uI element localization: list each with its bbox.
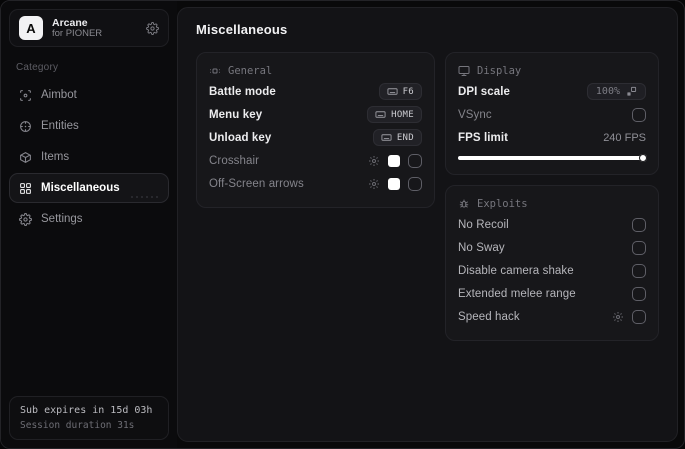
vsync-label: VSync <box>458 108 492 121</box>
setting-row-crosshair: Crosshair <box>209 149 422 172</box>
sidebar-item-settings[interactable]: Settings <box>9 204 169 234</box>
crosshair-checkbox[interactable] <box>408 153 422 168</box>
setting-row-unload-key: Unload key END <box>209 126 422 149</box>
sidebar-nav: Aimbot Entities Items Miscellaneous Sett… <box>9 80 169 234</box>
battle-mode-label: Battle mode <box>209 85 276 98</box>
offscreen-arrows-settings-gear-icon[interactable] <box>368 178 380 190</box>
main-panel: Miscellaneous General Battle mode F6 Men… <box>177 7 678 442</box>
dpi-scale-select[interactable]: 100% <box>586 83 646 100</box>
sidebar-item-label: Aimbot <box>41 89 77 101</box>
disable-camera-shake-label: Disable camera shake <box>458 264 574 277</box>
speed-hack-label: Speed hack <box>458 310 520 323</box>
battle-mode-keybind[interactable]: F6 <box>378 83 422 100</box>
speed-hack-checkbox[interactable] <box>632 309 646 324</box>
no-recoil-label: No Recoil <box>458 218 509 231</box>
setting-row-menu-key: Menu key HOME <box>209 103 422 126</box>
crosshair-color-swatch[interactable] <box>388 154 400 167</box>
brand-gear-icon[interactable] <box>146 21 159 35</box>
menu-key-label: Menu key <box>209 108 263 121</box>
crosshair-scan-icon <box>19 89 32 102</box>
setting-row-fps-limit: FPS limit 240 FPS <box>458 126 646 149</box>
app-window: A Arcane for PIONER Category Aimbot Enti… <box>0 0 685 449</box>
sidebar-item-aimbot[interactable]: Aimbot <box>9 80 169 110</box>
crosshair-settings-gear-icon[interactable] <box>368 155 380 167</box>
unload-key-label: Unload key <box>209 131 272 144</box>
general-card: General Battle mode F6 Menu key HOME Unl… <box>196 52 435 208</box>
sidebar-item-items[interactable]: Items <box>9 142 169 172</box>
disable-camera-shake-checkbox[interactable] <box>632 263 646 278</box>
setting-row-offscreen-arrows: Off-Screen arrows <box>209 172 422 195</box>
menu-key-keybind[interactable]: HOME <box>367 106 422 123</box>
sidebar-item-label: Items <box>41 151 70 163</box>
grid-icon <box>19 182 32 195</box>
session-duration-text: Session duration 31s <box>20 420 135 431</box>
extended-melee-range-label: Extended melee range <box>458 287 576 300</box>
fps-limit-value: 240 FPS <box>603 131 646 144</box>
brand-card: A Arcane for PIONER <box>9 9 169 47</box>
keyboard-icon <box>375 109 386 120</box>
sub-expiry-text: Sub expires in 15d 03h <box>20 405 153 416</box>
scale-icon <box>626 86 637 97</box>
keycap-icon <box>209 65 221 77</box>
app-subtitle: for PIONER <box>52 27 103 39</box>
app-logo: A <box>19 16 43 40</box>
setting-row-extended-melee-range: Extended melee range <box>458 282 646 305</box>
setting-row-speed-hack: Speed hack <box>458 305 646 328</box>
setting-row-vsync: VSync <box>458 103 646 126</box>
keyboard-icon <box>381 132 392 143</box>
crosshair-label: Crosshair <box>209 154 260 167</box>
offscreen-arrows-color-swatch[interactable] <box>388 177 400 190</box>
bug-icon <box>458 198 470 210</box>
unload-key-keybind[interactable]: END <box>372 129 422 146</box>
sidebar-item-label: Settings <box>41 213 83 225</box>
exploits-header: Exploits <box>477 198 528 210</box>
category-label: Category <box>16 62 59 73</box>
speed-hack-settings-gear-icon[interactable] <box>612 311 624 323</box>
fps-limit-slider[interactable] <box>458 154 647 162</box>
setting-row-dpi-scale: DPI scale 100% <box>458 80 646 103</box>
exploits-card: Exploits No Recoil No Sway Disable camer… <box>445 185 659 341</box>
sidebar-item-label: Entities <box>41 120 79 132</box>
sidebar-item-entities[interactable]: Entities <box>9 111 169 141</box>
vsync-checkbox[interactable] <box>632 107 646 122</box>
sidebar: A Arcane for PIONER Category Aimbot Enti… <box>1 1 177 448</box>
app-name: Arcane <box>52 16 88 29</box>
fps-slider-knob[interactable] <box>639 154 647 162</box>
page-title: Miscellaneous <box>196 22 288 37</box>
setting-row-no-sway: No Sway <box>458 236 646 259</box>
general-header: General <box>228 65 273 77</box>
setting-row-no-recoil: No Recoil <box>458 213 646 236</box>
sidebar-item-miscellaneous[interactable]: Miscellaneous <box>9 173 169 203</box>
dpi-scale-label: DPI scale <box>458 85 511 98</box>
setting-row-battle-mode: Battle mode F6 <box>209 80 422 103</box>
package-icon <box>19 151 32 164</box>
monitor-icon <box>458 65 470 77</box>
display-card: Display DPI scale 100% VSync FPS limit 2… <box>445 52 659 175</box>
sidebar-item-label: Miscellaneous <box>41 182 120 194</box>
no-recoil-checkbox[interactable] <box>632 217 646 232</box>
setting-row-disable-camera-shake: Disable camera shake <box>458 259 646 282</box>
gear-icon <box>19 212 32 226</box>
no-sway-label: No Sway <box>458 241 505 254</box>
offscreen-arrows-checkbox[interactable] <box>408 176 422 191</box>
subscription-info-card: Sub expires in 15d 03h Session duration … <box>9 396 169 440</box>
radar-icon <box>19 120 32 133</box>
no-sway-checkbox[interactable] <box>632 240 646 255</box>
display-header: Display <box>477 65 522 77</box>
keyboard-icon <box>387 86 398 97</box>
fps-limit-label: FPS limit <box>458 131 509 144</box>
extended-melee-range-checkbox[interactable] <box>632 286 646 301</box>
active-item-dots <box>131 196 158 198</box>
offscreen-arrows-label: Off-Screen arrows <box>209 177 304 190</box>
